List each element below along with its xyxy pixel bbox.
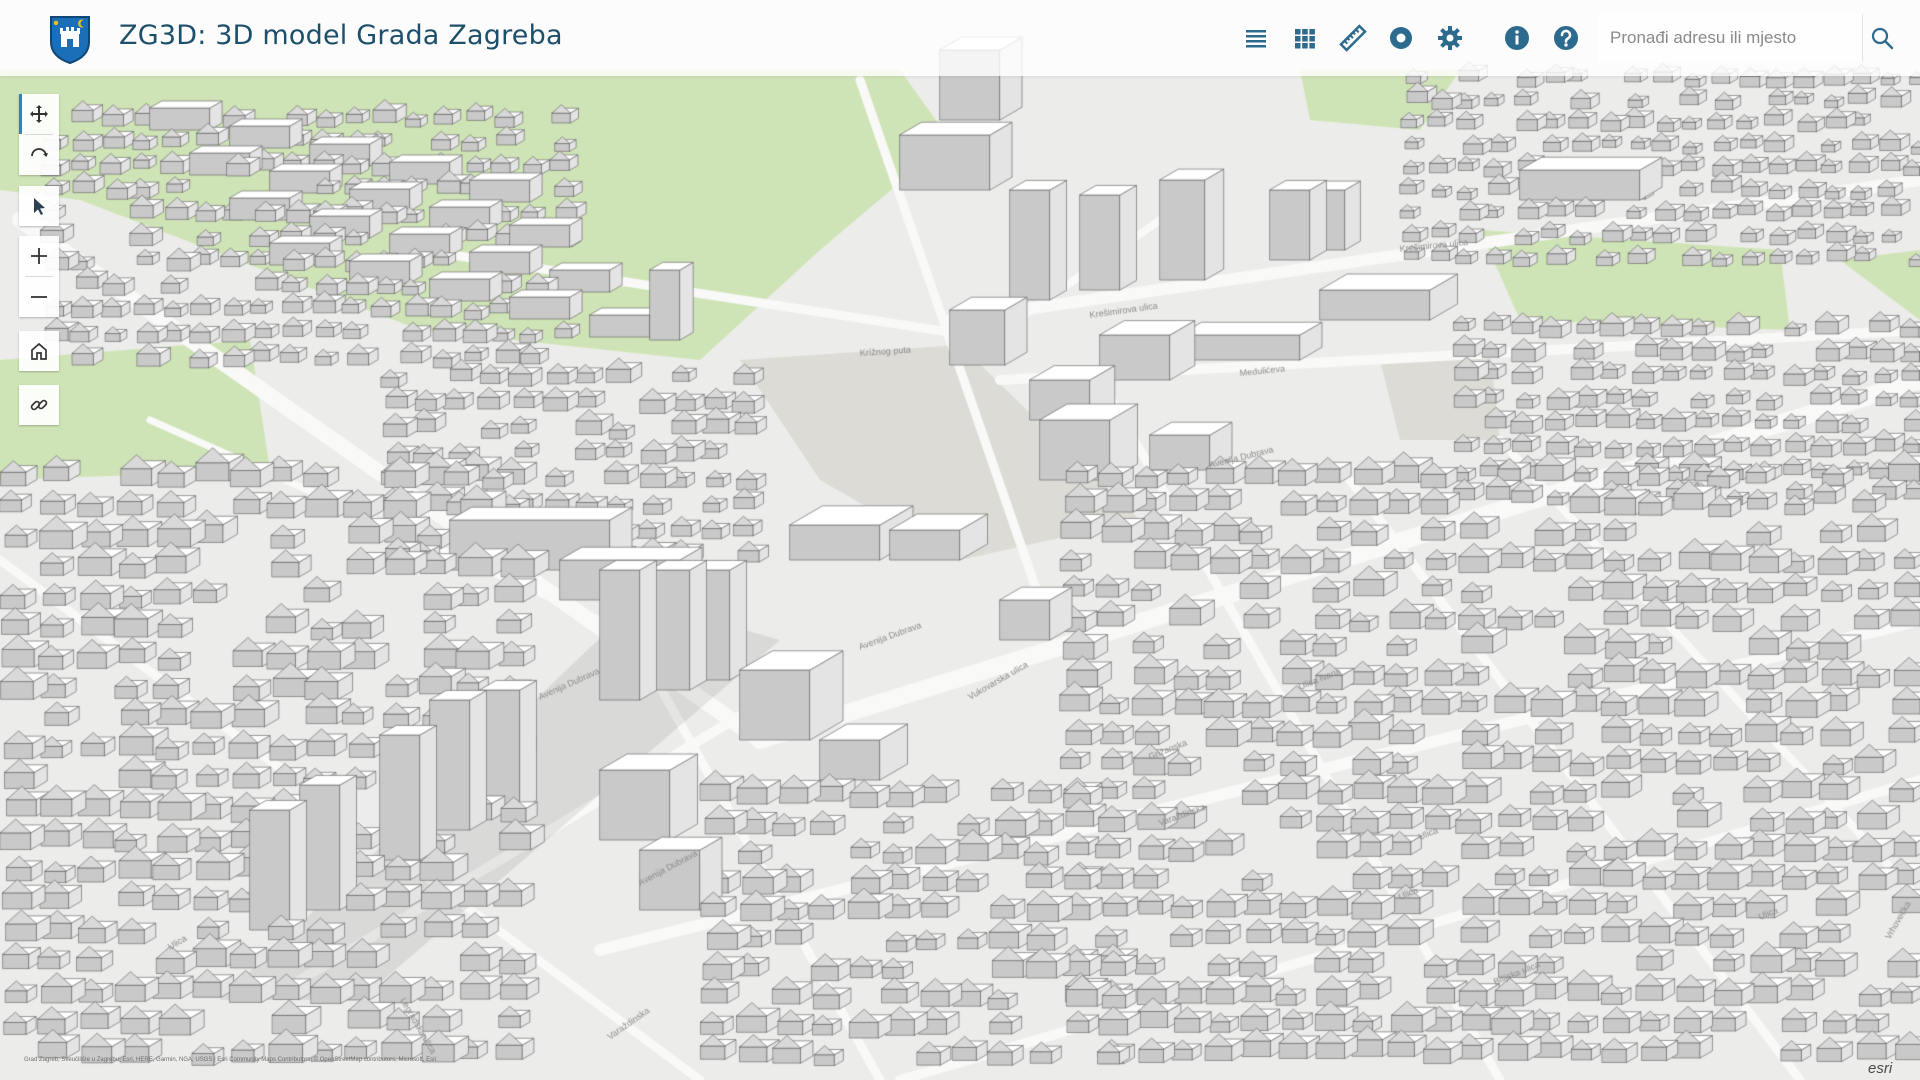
zoom-out-icon xyxy=(31,296,47,298)
pan-button[interactable] xyxy=(19,94,59,134)
settings-button[interactable] xyxy=(1432,20,1468,56)
help-button[interactable] xyxy=(1548,20,1584,56)
basemap-gallery-button[interactable] xyxy=(1287,20,1323,56)
map-attribution: Grad Zagreb; Sveučilište u Zagrebu; Esri… xyxy=(24,1057,437,1063)
select-button[interactable] xyxy=(19,186,59,226)
daylight-icon xyxy=(1390,27,1412,49)
home-button[interactable] xyxy=(19,331,59,371)
rotate-icon xyxy=(31,148,48,157)
share-link-group xyxy=(19,385,59,425)
zoom-in-button[interactable] xyxy=(19,236,59,276)
help-icon xyxy=(1554,26,1578,50)
layer-list-icon xyxy=(1246,30,1266,48)
search-box xyxy=(1598,14,1863,62)
rotate-button[interactable] xyxy=(19,135,59,175)
basemap-gallery-icon xyxy=(1295,29,1315,49)
navigation-mode-group xyxy=(19,94,59,175)
search-button[interactable] xyxy=(1864,20,1900,56)
zoom-out-button[interactable] xyxy=(19,277,59,317)
zoom-group xyxy=(19,236,59,317)
measure-ruler-icon xyxy=(1339,24,1367,52)
esri-logo: esri xyxy=(1868,1060,1893,1077)
share-link-button[interactable] xyxy=(19,385,59,425)
info-icon xyxy=(1505,26,1529,50)
link-icon xyxy=(30,399,48,411)
layer-list-button[interactable] xyxy=(1238,20,1274,56)
home-icon xyxy=(31,342,47,360)
zagreb-coat-of-arms-icon xyxy=(48,14,92,65)
home-group xyxy=(19,331,59,371)
select-tool-group xyxy=(19,186,59,226)
about-button[interactable] xyxy=(1499,20,1535,56)
search-input[interactable] xyxy=(1598,14,1848,62)
app-header: ZG3D: 3D model Grada Zagreba xyxy=(0,0,1920,76)
pan-icon xyxy=(30,105,48,123)
app-title: ZG3D: 3D model Grada Zagreba xyxy=(119,20,563,51)
zoom-in-icon xyxy=(31,248,47,264)
select-pointer-icon xyxy=(34,198,45,215)
3d-map-scene[interactable] xyxy=(0,0,1920,1080)
measure-button[interactable] xyxy=(1335,20,1371,56)
settings-gear-icon xyxy=(1438,26,1462,50)
daylight-button[interactable] xyxy=(1383,20,1419,56)
search-icon xyxy=(1871,27,1894,50)
